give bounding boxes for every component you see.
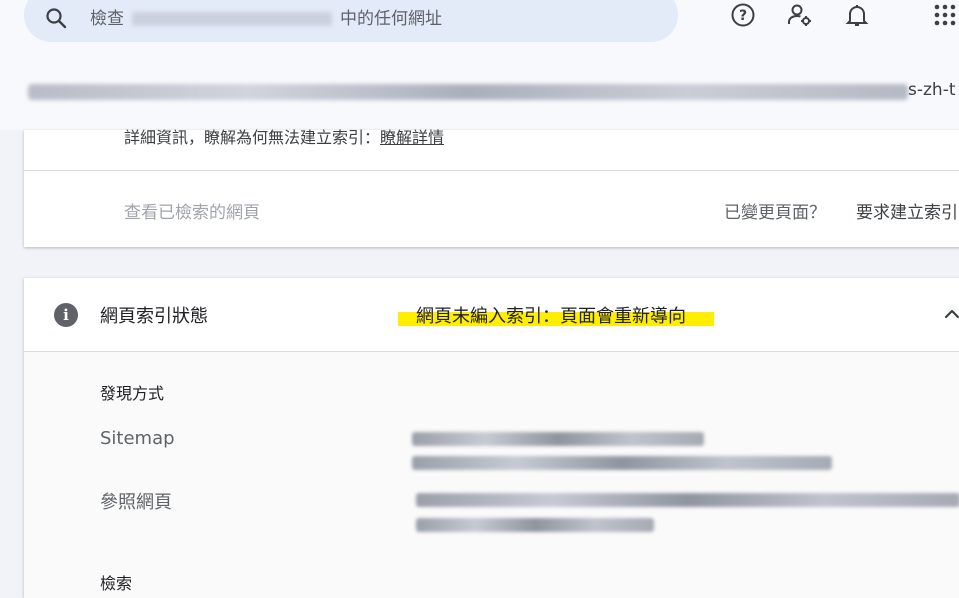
blurred-inspected-url — [28, 84, 908, 100]
url-inspection-search[interactable]: 檢查 中的任何網址 — [24, 0, 678, 42]
blurred-referring-url-1[interactable] — [416, 493, 959, 507]
live-test-card: 詳細資訊，瞭解為何無法建立索引：瞭解詳情 查看已檢索的網頁 已變更頁面？ 要求建… — [24, 128, 959, 247]
details-text: 詳細資訊，瞭解為何無法建立索引：瞭解詳情 — [124, 124, 444, 148]
indexing-status-value: 網頁未編入索引：頁面會重新導向 — [416, 306, 686, 327]
blurred-property-url — [132, 12, 332, 26]
blurred-sitemap-url-2[interactable] — [412, 456, 832, 470]
svg-text:?: ? — [739, 8, 747, 24]
inspected-url-tail: s-zh-t — [908, 80, 956, 100]
apps-grid-icon[interactable] — [932, 2, 958, 28]
search-icon[interactable] — [44, 6, 68, 30]
details-description: 詳細資訊，瞭解為何無法建立索引： — [124, 128, 381, 147]
manage-users-icon[interactable] — [787, 2, 813, 28]
referring-page-label: 參照網頁 — [100, 492, 172, 513]
chevron-up-icon[interactable] — [942, 304, 959, 324]
search-prefix: 檢查 — [90, 9, 124, 29]
info-icon: i — [54, 303, 78, 327]
page-indexing-title: 網頁索引狀態 — [100, 306, 208, 327]
discovery-heading: 發現方式 — [100, 384, 165, 403]
divider — [24, 170, 959, 171]
learn-more-link[interactable]: 瞭解詳情 — [380, 128, 444, 147]
top-bar: 檢查 中的任何網址 ? — [0, 0, 959, 60]
request-indexing-button[interactable]: 要求建立索引 — [856, 198, 958, 223]
notifications-icon[interactable] — [844, 2, 870, 28]
page-changed-text: 已變更頁面？ — [724, 203, 826, 223]
page-indexing-card: i 網頁索引狀態 網頁未編入索引：頁面會重新導向 發現方式 Sitemap 參照… — [24, 278, 959, 598]
help-icon[interactable]: ? — [730, 2, 756, 28]
page-indexing-header[interactable]: i 網頁索引狀態 網頁未編入索引：頁面會重新導向 — [24, 278, 959, 352]
search-placeholder[interactable]: 檢查 中的任何網址 — [90, 4, 442, 29]
sitemap-label: Sitemap — [100, 428, 175, 449]
crawl-heading: 檢索 — [100, 574, 133, 593]
view-crawled-page-button[interactable]: 查看已檢索的網頁 — [124, 198, 260, 223]
search-suffix: 中的任何網址 — [340, 9, 442, 29]
blurred-referring-url-2[interactable] — [416, 518, 654, 532]
blurred-sitemap-url-1[interactable] — [412, 432, 704, 446]
